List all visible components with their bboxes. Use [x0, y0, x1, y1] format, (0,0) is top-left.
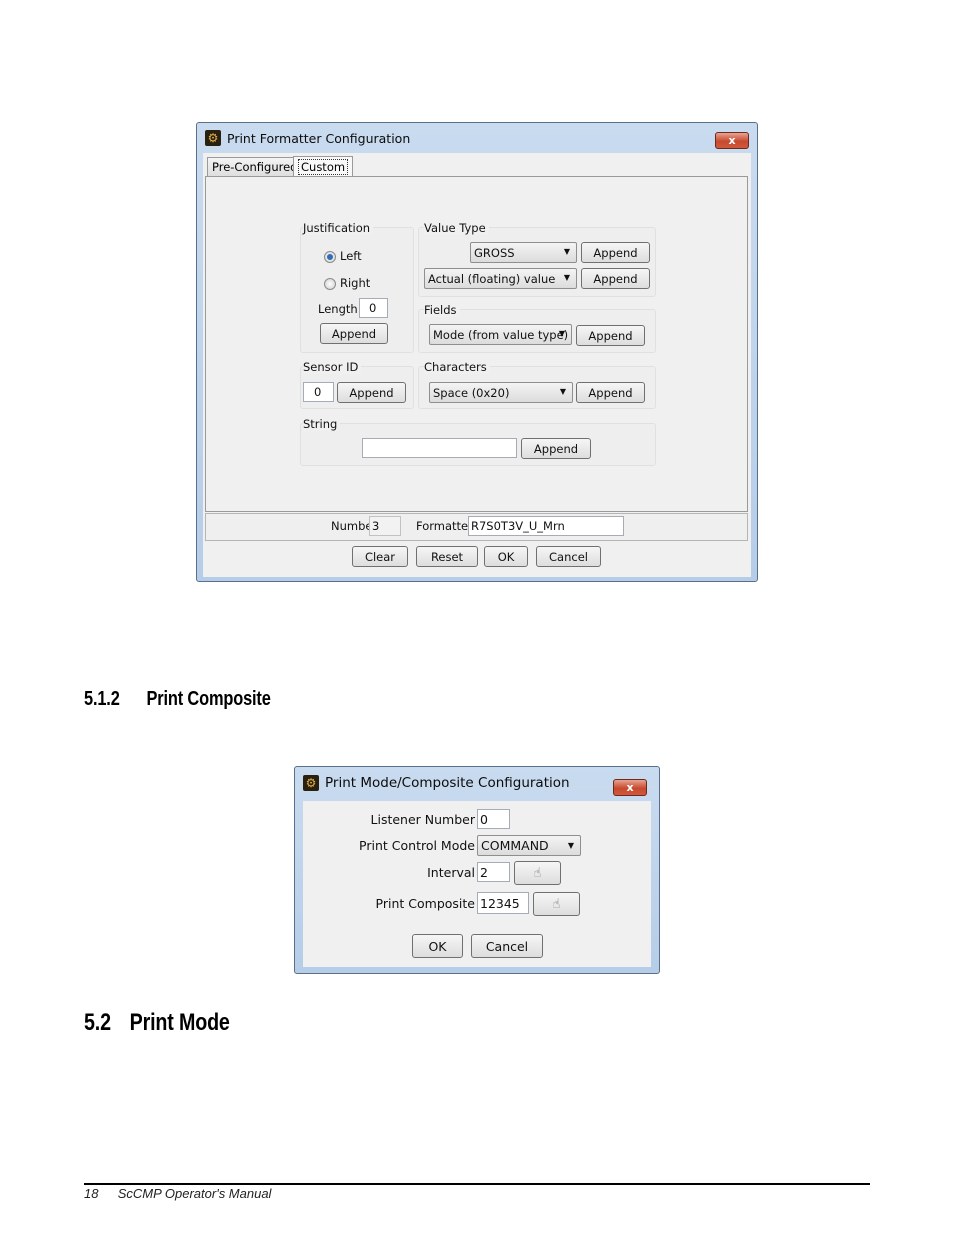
dialog-title: Print Mode/Composite Configuration — [325, 775, 570, 791]
right-radio[interactable] — [324, 278, 336, 290]
section-title: Print Mode — [129, 1009, 230, 1036]
clear-button[interactable]: Clear — [352, 546, 408, 567]
interval-send-button[interactable]: ☝ — [514, 861, 561, 885]
section-title: Print Composite — [146, 688, 271, 710]
number-field: 3 — [369, 516, 401, 536]
fields-combo[interactable]: Mode (from value type) ▼ — [429, 324, 572, 345]
hand-pointer-icon: ☝ — [533, 865, 542, 881]
print-control-mode-combo[interactable]: COMMAND ▼ — [477, 835, 581, 856]
characters-combo[interactable]: Space (0x20) ▼ — [429, 382, 573, 403]
print-composite-label: Print Composite — [375, 896, 475, 911]
page-number: 18 — [84, 1186, 99, 1201]
formatter-field[interactable]: R7S0T3V_U_Mrn — [468, 516, 624, 536]
value-format-combo[interactable]: Actual (floating) value ▼ — [424, 268, 577, 289]
left-radio[interactable] — [324, 251, 336, 263]
close-button[interactable]: x — [715, 132, 749, 149]
custom-tab-panel: Justification Left Right Length 0 Append… — [205, 176, 748, 512]
dialog-client-area: Listener Number 0 Print Control Mode COM… — [303, 801, 651, 967]
title-bar[interactable]: ⚙ Print Formatter Configuration — [197, 123, 757, 153]
fields-title: Fields — [424, 303, 460, 317]
string-input[interactable] — [362, 438, 517, 458]
close-icon: x — [626, 781, 634, 794]
string-append-button[interactable]: Append — [521, 438, 591, 459]
cancel-button[interactable]: Cancel — [536, 546, 601, 567]
gear-icon: ⚙ — [205, 130, 221, 146]
right-radio-label: Right — [340, 276, 371, 290]
title-bar[interactable]: ⚙ Print Mode/Composite Configuration — [295, 767, 659, 799]
print-mode-composite-dialog: ⚙ Print Mode/Composite Configuration x L… — [294, 766, 660, 974]
print-composite-input[interactable]: 12345 — [477, 892, 529, 914]
print-composite-send-button[interactable]: ☝ — [533, 892, 580, 916]
fields-append-button[interactable]: Append — [576, 325, 645, 346]
chevron-down-icon: ▼ — [563, 247, 570, 256]
value-type-title: Value Type — [424, 221, 489, 235]
left-radio-label: Left — [340, 249, 362, 263]
manual-title: ScCMP Operator's Manual — [117, 1186, 272, 1201]
close-button[interactable]: x — [613, 779, 647, 796]
length-label: Length — [318, 302, 358, 316]
chevron-down-icon: ▼ — [567, 841, 574, 850]
formatter-label: Formatter — [416, 519, 473, 533]
sensor-id-append-button[interactable]: Append — [337, 382, 406, 403]
value-format-append-button[interactable]: Append — [581, 268, 650, 289]
value-type-append-button[interactable]: Append — [581, 242, 650, 263]
chevron-down-icon: ▼ — [563, 273, 570, 282]
ok-button[interactable]: OK — [484, 546, 528, 567]
characters-title: Characters — [424, 360, 490, 374]
sensor-id-title: Sensor ID — [303, 360, 362, 374]
dialog-title: Print Formatter Configuration — [227, 130, 411, 146]
section-number: 5.1.2 — [84, 688, 120, 710]
length-input[interactable]: 0 — [359, 298, 388, 318]
footer-divider — [84, 1183, 870, 1185]
print-control-mode-label: Print Control Mode — [359, 838, 475, 853]
listener-number-label: Listener Number — [370, 812, 475, 827]
string-title: String — [303, 417, 341, 431]
sensor-id-input[interactable]: 0 — [303, 382, 334, 402]
hand-pointer-icon: ☝ — [552, 896, 561, 912]
value-type-combo[interactable]: GROSS ▼ — [470, 242, 577, 263]
section-heading-52: 5.2 Print Mode — [84, 1009, 230, 1037]
page-footer: 18 ScCMP Operator's Manual — [84, 1186, 271, 1201]
chevron-down-icon: ▼ — [559, 387, 566, 396]
tab-custom[interactable]: Custom — [293, 156, 354, 177]
section-heading-512: 5.1.2 Print Composite — [84, 688, 271, 711]
listener-number-input[interactable]: 0 — [477, 809, 510, 829]
characters-append-button[interactable]: Append — [576, 382, 645, 403]
print-formatter-dialog: ⚙ Print Formatter Configuration x Pre-Co… — [196, 122, 758, 582]
close-icon: x — [728, 134, 736, 147]
tab-pre-configured[interactable]: Pre-Configured — [207, 157, 303, 177]
interval-label: Interval — [427, 865, 475, 880]
chevron-down-icon: ▼ — [558, 329, 565, 338]
dialog-client-area: Pre-Configured Custom Justification Left… — [203, 153, 751, 577]
cancel-button[interactable]: Cancel — [471, 934, 543, 958]
justification-title: Justification — [303, 221, 374, 235]
ok-button[interactable]: OK — [412, 934, 463, 958]
justification-append-button[interactable]: Append — [320, 323, 388, 344]
interval-input[interactable]: 2 — [477, 862, 510, 882]
reset-button[interactable]: Reset — [416, 546, 478, 567]
section-number: 5.2 — [84, 1009, 111, 1036]
gear-icon: ⚙ — [303, 775, 319, 791]
